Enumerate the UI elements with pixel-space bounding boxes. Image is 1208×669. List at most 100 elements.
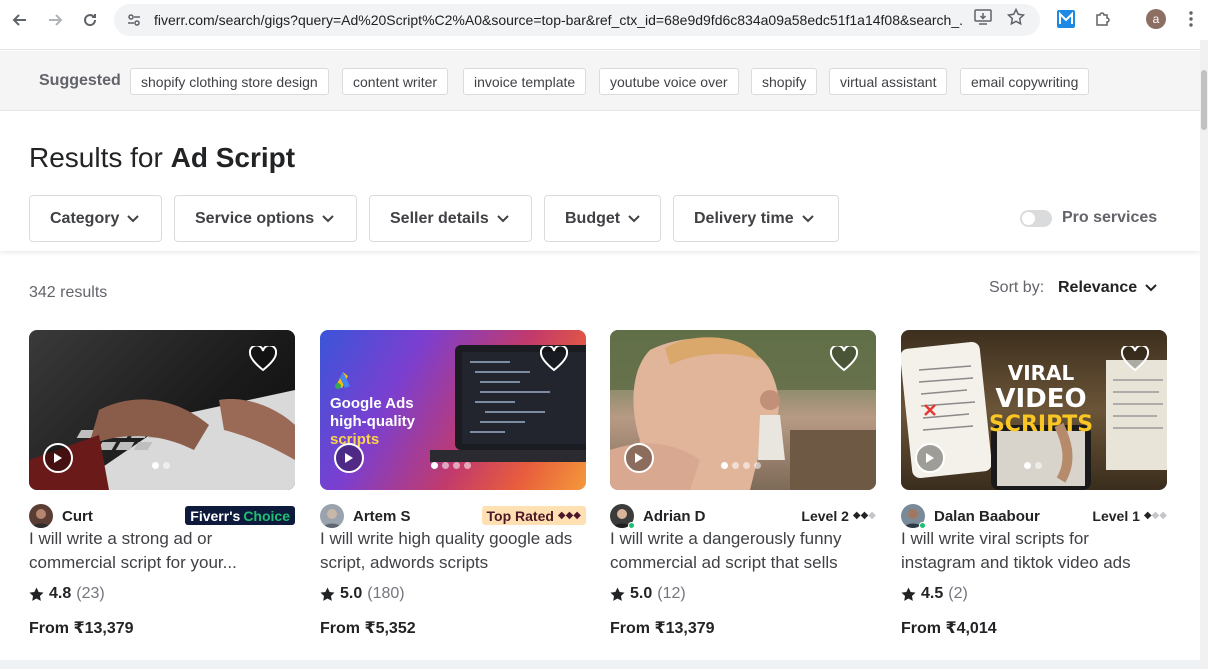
carousel-dot[interactable] — [453, 462, 460, 469]
gig-thumbnail[interactable]: Google Ads high-quality scripts — [320, 330, 586, 490]
chevron-down-icon — [1145, 282, 1157, 294]
install-app-icon[interactable] — [972, 6, 994, 28]
pro-services-toggle[interactable] — [1020, 210, 1052, 227]
gig-card[interactable]: Adrian D Level 2 ◆◆ ◆ I will write a dange… — [610, 330, 876, 650]
chevron-down-icon — [497, 213, 509, 225]
profile-avatar[interactable]: a — [1146, 9, 1166, 29]
carousel-dot[interactable] — [431, 462, 438, 469]
carousel-dot[interactable] — [464, 462, 471, 469]
star-icon — [320, 586, 335, 601]
suggested-chip[interactable]: shopify — [751, 68, 818, 95]
suggested-chip[interactable]: email copywriting — [960, 68, 1090, 95]
level-diamonds-empty: ◆◆ — [1151, 510, 1167, 521]
star-icon — [29, 586, 44, 601]
gig-rating: 4.8 (23) — [29, 585, 105, 603]
address-bar[interactable]: fiverr.com/search/gigs?query=Ad%20Script… — [114, 4, 1040, 36]
suggested-chip[interactable]: youtube voice over — [599, 68, 739, 95]
page-scrollbar[interactable] — [1200, 40, 1208, 669]
suggested-chip[interactable]: content writer — [342, 68, 449, 95]
filter-label: Budget — [565, 209, 621, 227]
gig-thumbnail[interactable]: VIRAL VIDEO SCRIPTS — [901, 330, 1167, 490]
play-icon[interactable] — [915, 443, 945, 473]
seller-name[interactable]: Adrian D — [643, 508, 706, 525]
back-icon[interactable] — [8, 8, 32, 32]
filter-label: Delivery time — [694, 209, 794, 227]
carousel-dot[interactable] — [1035, 462, 1042, 469]
heart-icon[interactable] — [830, 346, 858, 372]
carousel-dot[interactable] — [163, 462, 170, 469]
carousel-dots — [152, 462, 170, 469]
level-diamonds-empty: ◆ — [868, 510, 876, 521]
chevron-down-icon — [127, 213, 140, 225]
seller-name[interactable]: Artem S — [353, 508, 411, 525]
carousel-dot[interactable] — [152, 462, 159, 469]
carousel-dots — [431, 462, 471, 469]
gig-price: From ₹4,014 — [901, 620, 997, 637]
forward-icon[interactable] — [43, 8, 67, 32]
extensions-puzzle-icon[interactable] — [1092, 8, 1114, 30]
carousel-dot[interactable] — [721, 462, 728, 469]
star-icon — [610, 586, 625, 601]
filter-label: Seller details — [390, 209, 489, 227]
sort-dropdown[interactable]: Relevance — [1058, 279, 1157, 297]
site-info-icon[interactable] — [124, 10, 144, 30]
rating-score: 4.8 — [49, 585, 72, 602]
filter-service-options-button[interactable]: Service options — [174, 195, 357, 242]
bookmark-star-icon[interactable] — [1005, 6, 1027, 28]
gig-rating: 4.5 (2) — [901, 585, 968, 603]
heart-icon[interactable] — [540, 346, 568, 372]
badge-accent-label: Choice — [243, 507, 290, 524]
thumbnail-text: VIRAL — [1007, 361, 1075, 385]
gig-rating: 5.0 (12) — [610, 585, 686, 603]
scrollbar-thumb[interactable] — [1201, 70, 1207, 130]
url-text[interactable]: fiverr.com/search/gigs?query=Ad%20Script… — [154, 12, 964, 28]
play-icon[interactable] — [624, 443, 654, 473]
carousel-dot[interactable] — [732, 462, 739, 469]
avatar[interactable] — [29, 504, 53, 528]
thumbnail-text: high-quality — [330, 413, 415, 430]
gig-title[interactable]: I will write viral scripts for instagram… — [901, 527, 1167, 575]
gig-title[interactable]: I will write a strong ad or commercial s… — [29, 527, 295, 575]
gig-price: From ₹5,352 — [320, 620, 416, 637]
page-title: Results for Ad Script — [29, 142, 295, 174]
gig-card[interactable]: Google Ads high-quality scripts Artem S … — [320, 330, 586, 650]
carousel-dot[interactable] — [743, 462, 750, 469]
carousel-dot[interactable] — [442, 462, 449, 469]
gig-card[interactable]: Curt Fiverr's Choice I will write a stron… — [29, 330, 295, 650]
gig-title[interactable]: I will write high quality google ads scr… — [320, 527, 586, 575]
browser-toolbar: fiverr.com/search/gigs?query=Ad%20Script… — [0, 0, 1208, 40]
browser-menu-icon[interactable] — [1180, 8, 1202, 30]
play-icon[interactable] — [334, 443, 364, 473]
seller-name[interactable]: Curt — [62, 508, 93, 525]
extension-m-icon[interactable] — [1055, 8, 1077, 30]
carousel-dots — [721, 462, 761, 469]
seller-name[interactable]: Dalan Baabour — [934, 508, 1040, 525]
fiverrs-choice-badge: Fiverr's Choice — [185, 506, 295, 525]
filter-category-button[interactable]: Category — [29, 195, 162, 242]
thumbnail-text: Google Ads — [330, 395, 414, 412]
filter-label: Service options — [195, 209, 315, 227]
suggested-bar: Suggested shopify clothing store design … — [0, 51, 1200, 111]
heart-icon[interactable] — [249, 346, 277, 372]
gig-card[interactable]: VIRAL VIDEO SCRIPTS Dalan Baabour Level … — [901, 330, 1167, 650]
gig-thumbnail[interactable] — [610, 330, 876, 490]
suggested-chip[interactable]: invoice template — [463, 68, 587, 95]
level-diamonds: ◆◆ — [852, 510, 869, 521]
filter-delivery-time-button[interactable]: Delivery time — [673, 195, 839, 242]
heart-icon[interactable] — [1121, 346, 1149, 372]
suggested-chip[interactable]: virtual assistant — [829, 68, 948, 95]
carousel-dot[interactable] — [1024, 462, 1031, 469]
gig-title[interactable]: I will write a dangerously funny commerc… — [610, 527, 876, 575]
sort-label: Sort by: — [989, 279, 1045, 296]
avatar[interactable] — [320, 504, 344, 528]
thumbnail-text: VIDEO — [995, 384, 1087, 414]
filter-seller-details-button[interactable]: Seller details — [369, 195, 532, 242]
carousel-dot[interactable] — [754, 462, 761, 469]
gig-thumbnail[interactable] — [29, 330, 295, 490]
play-icon[interactable] — [43, 443, 73, 473]
filter-budget-button[interactable]: Budget — [544, 195, 661, 242]
badge-label: Level 2 — [801, 507, 849, 524]
badge-label: Level 1 — [1092, 507, 1140, 524]
suggested-chip[interactable]: shopify clothing store design — [130, 68, 329, 95]
reload-icon[interactable] — [78, 8, 102, 32]
